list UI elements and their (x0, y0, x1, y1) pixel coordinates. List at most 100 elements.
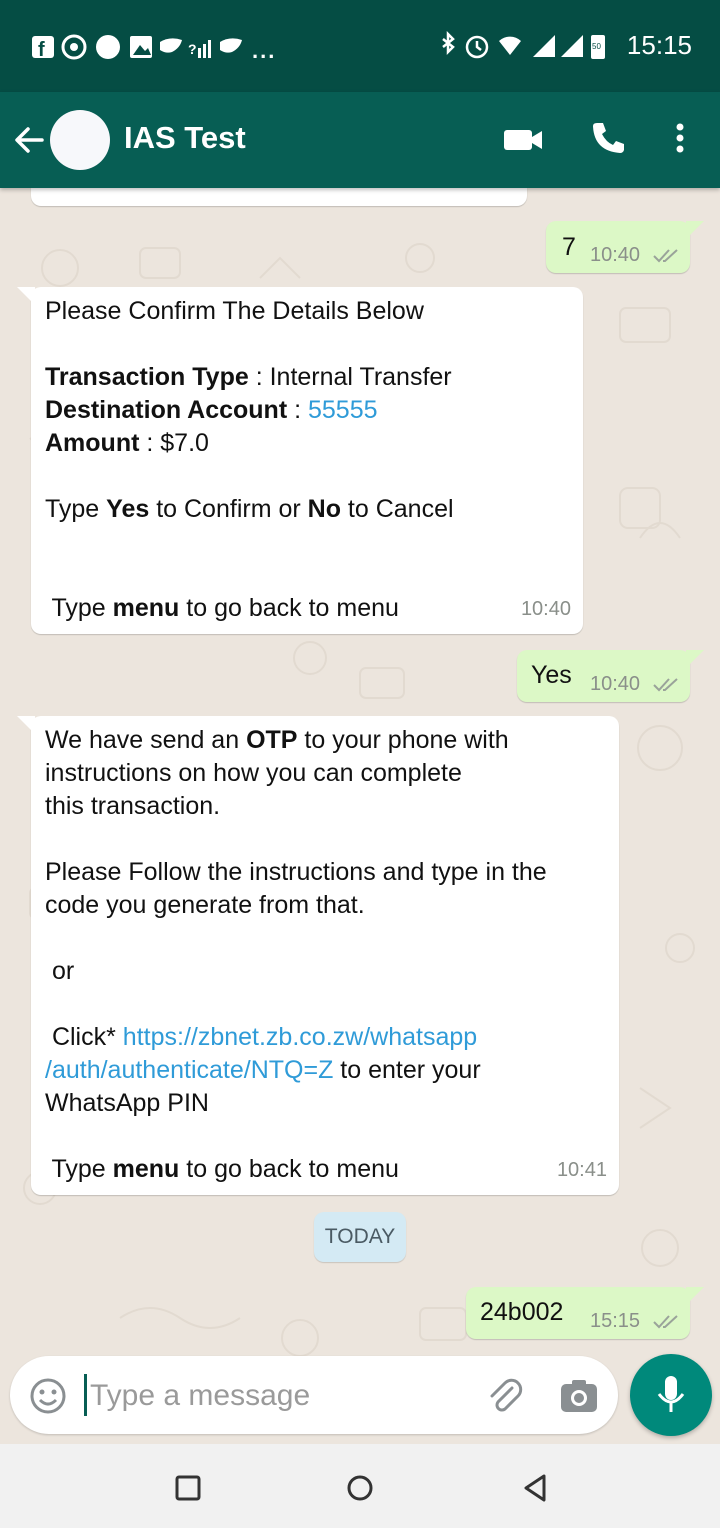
message-text: : Internal Transfer (248, 363, 452, 391)
message-time-text: 15:15 (590, 1310, 641, 1332)
bold-text: menu (112, 1155, 180, 1183)
message-text: to your phone with (297, 726, 509, 754)
message-line: Please Follow the instructions and type … (45, 858, 547, 886)
message-line: Type Yes to Confirm or No to Cancel (45, 493, 575, 526)
svg-text:f: f (38, 39, 47, 61)
message-composer (10, 1356, 618, 1434)
notification-icons-svg: f ? ... (32, 34, 276, 63)
home-icon[interactable] (338, 1466, 382, 1510)
message-line: Type menu to go back to menu (45, 1153, 611, 1186)
message-text: Yes (531, 661, 572, 689)
double-check-icon (652, 1314, 678, 1329)
message-time-text: 10:40 (590, 673, 641, 695)
emoji-icon[interactable] (28, 1376, 68, 1416)
message-text: to Cancel (340, 495, 454, 523)
message-bubble-outgoing[interactable]: 24b002 15:15 (466, 1287, 704, 1339)
message-line: Please Confirm The Details Below (45, 297, 424, 325)
message-line: Destination Account : 55555 (45, 394, 575, 427)
bubble-tail (686, 1287, 704, 1305)
double-check-icon (652, 248, 678, 263)
message-line: or (45, 957, 75, 985)
status-time: 15:15 (626, 30, 692, 60)
message-text: to Confirm or (149, 495, 308, 523)
chat-title[interactable]: IAS Test (124, 120, 246, 156)
message-time: 10:41 (556, 1159, 607, 1181)
avatar[interactable] (50, 110, 110, 170)
bold-text: Transaction Type (45, 363, 249, 391)
message-text: Click* (45, 1023, 123, 1051)
message-text: to enter your (333, 1056, 481, 1084)
svg-text:...: ... (252, 38, 276, 62)
bubble-tail (17, 716, 35, 734)
message-line: We have send an OTP to your phone with (45, 724, 611, 757)
message-body: We have send an OTP to your phone with i… (45, 724, 611, 1186)
message-line: this transaction. (45, 792, 221, 820)
notification-icons: f ? ... (30, 32, 280, 69)
paperclip-icon[interactable] (482, 1374, 526, 1418)
message-line: Amount : $7.0 (45, 427, 575, 460)
system-navigation-bar (0, 1444, 720, 1528)
bold-text: Amount (45, 429, 140, 457)
voice-record-button[interactable] (630, 1354, 712, 1436)
message-text: to go back to menu (179, 594, 399, 622)
message-time: 10:40 (520, 598, 571, 620)
message-bubble-incoming[interactable]: Please Confirm The Details Below Transac… (17, 287, 583, 634)
message-time: 10:40 (590, 239, 680, 272)
message-input[interactable] (88, 1370, 472, 1422)
authenticate-link[interactable]: https://zbnet.zb.co.zw/whatsapp (123, 1023, 477, 1051)
message-text: : (287, 396, 308, 424)
message-text: Type (45, 1155, 113, 1183)
svg-text:?: ? (188, 41, 199, 57)
message-text: Type (45, 495, 107, 523)
bubble-tail (17, 287, 35, 305)
system-icons-svg: 50 (442, 30, 605, 59)
message-text: 24b002 (480, 1298, 564, 1326)
message-body: Please Confirm The Details Below Transac… (45, 295, 575, 625)
video-call-icon[interactable] (500, 120, 546, 160)
microphone-icon (657, 1376, 685, 1412)
status-bar: f ? ... 50 15:15 (0, 0, 720, 92)
authenticate-link[interactable]: /auth/authenticate/NTQ=Z (45, 1056, 333, 1084)
message-bubble-incoming[interactable]: 10:40 (31, 188, 527, 206)
system-status: 50 15:15 (437, 30, 692, 61)
message-line: code you generate from that. (45, 891, 365, 919)
message-line: Click* https://zbnet.zb.co.zw/whatsapp (45, 1021, 611, 1054)
chat-area[interactable]: 10:40 7 10:40 Please Confirm The Details… (0, 188, 720, 1444)
message-time: 10:40 (590, 668, 680, 701)
bubble-tail (686, 650, 704, 668)
message-line: WhatsApp PIN (45, 1089, 209, 1117)
message-text: : $7.0 (139, 429, 209, 457)
message-line: Transaction Type : Internal Transfer (45, 361, 575, 394)
account-number-link[interactable]: 55555 (308, 396, 378, 424)
double-check-icon (652, 677, 678, 692)
date-separator: TODAY (314, 1212, 406, 1262)
message-time: 10:40 (465, 188, 515, 198)
bubble-tail (686, 221, 704, 239)
message-text: 7 (562, 233, 576, 261)
bold-text: Destination Account (45, 396, 288, 424)
camera-icon[interactable] (558, 1376, 600, 1416)
message-time: 15:15 (590, 1305, 680, 1338)
chat-header: IAS Test (0, 92, 720, 188)
message-text: to go back to menu (179, 1155, 399, 1183)
recents-icon[interactable] (166, 1466, 210, 1510)
bold-text: No (307, 495, 341, 523)
bold-text: OTP (246, 726, 298, 754)
bold-text: Yes (106, 495, 150, 523)
phone-call-icon[interactable] (588, 118, 628, 158)
message-line: Type menu to go back to menu (45, 592, 575, 625)
back-arrow-icon[interactable] (10, 120, 50, 160)
message-line: instructions on how you can complete (45, 759, 462, 787)
message-line: /auth/authenticate/NTQ=Z to enter your (45, 1054, 611, 1087)
text-cursor (84, 1374, 87, 1416)
message-time-text: 10:40 (590, 244, 641, 266)
message-bubble-outgoing[interactable]: Yes 10:40 (517, 650, 704, 702)
message-text: We have send an (45, 726, 247, 754)
message-bubble-incoming[interactable]: We have send an OTP to your phone with i… (17, 716, 619, 1195)
svg-text:50: 50 (592, 42, 601, 51)
bold-text: menu (112, 594, 180, 622)
message-bubble-outgoing[interactable]: 7 10:40 (546, 221, 704, 273)
message-text: Type (45, 594, 113, 622)
back-nav-icon[interactable] (514, 1466, 558, 1510)
more-options-icon[interactable] (668, 118, 692, 158)
